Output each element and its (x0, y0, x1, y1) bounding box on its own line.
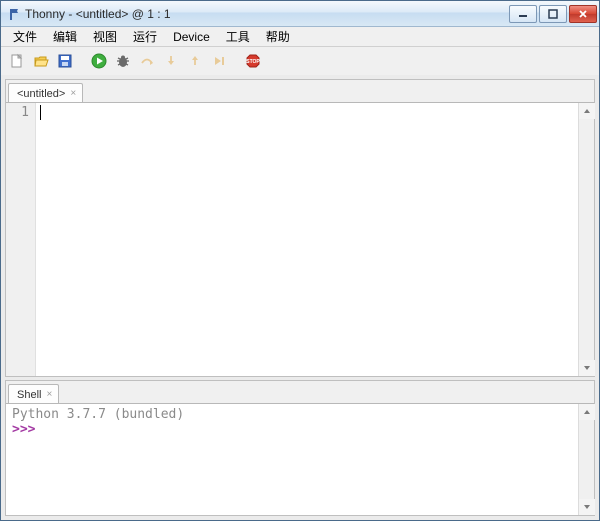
editor-body: 1 (6, 102, 594, 376)
stop-icon: STOP (245, 53, 261, 69)
app-window: Thonny - <untitled> @ 1 : 1 文件 编辑 视图 运行 … (0, 0, 600, 521)
debug-button[interactable] (113, 51, 133, 71)
editor-scrollbar[interactable] (578, 103, 594, 376)
text-caret (40, 105, 41, 120)
toolbar: STOP (1, 47, 599, 75)
menu-tools[interactable]: 工具 (218, 27, 258, 46)
panels: <untitled> × 1 Shell (1, 75, 599, 520)
titlebar[interactable]: Thonny - <untitled> @ 1 : 1 (1, 1, 599, 27)
new-file-button[interactable] (7, 51, 27, 71)
app-icon (7, 7, 21, 21)
shell-pane: Shell × Python 3.7.7 (bundled) >>> (5, 380, 595, 516)
new-file-icon (9, 53, 25, 69)
step-out-icon (187, 53, 203, 69)
menu-run[interactable]: 运行 (125, 27, 165, 46)
stop-button[interactable]: STOP (243, 51, 263, 71)
save-icon (57, 53, 73, 69)
close-button[interactable] (569, 5, 597, 23)
open-file-icon (33, 53, 49, 69)
line-gutter: 1 (6, 103, 36, 376)
open-file-button[interactable] (31, 51, 51, 71)
window-controls (509, 5, 597, 23)
step-over-icon (139, 53, 155, 69)
editor-pane: <untitled> × 1 (5, 79, 595, 377)
menu-file[interactable]: 文件 (5, 27, 45, 46)
shell-output[interactable]: Python 3.7.7 (bundled) >>> (6, 403, 594, 515)
step-out-button[interactable] (185, 51, 205, 71)
shell-banner: Python 3.7.7 (bundled) (12, 407, 588, 422)
menu-device[interactable]: Device (165, 29, 218, 45)
resume-icon (211, 53, 227, 69)
close-icon[interactable]: × (46, 390, 52, 400)
save-button[interactable] (55, 51, 75, 71)
resume-button[interactable] (209, 51, 229, 71)
shell-tab[interactable]: Shell × (8, 384, 59, 404)
scroll-up-icon[interactable] (579, 404, 595, 420)
close-icon[interactable]: × (70, 89, 76, 99)
editor-tabrow: <untitled> × (6, 80, 594, 102)
shell-prompt: >>> (12, 422, 35, 437)
step-over-button[interactable] (137, 51, 157, 71)
step-into-button[interactable] (161, 51, 181, 71)
menu-edit[interactable]: 编辑 (45, 27, 85, 46)
scroll-up-icon[interactable] (579, 103, 595, 119)
menu-help[interactable]: 帮助 (258, 27, 298, 46)
debug-icon (115, 53, 131, 69)
editor-tab[interactable]: <untitled> × (8, 83, 83, 103)
shell-scrollbar[interactable] (578, 404, 594, 515)
run-icon (91, 53, 107, 69)
menu-view[interactable]: 视图 (85, 27, 125, 46)
window-title: Thonny - <untitled> @ 1 : 1 (25, 7, 509, 21)
run-button[interactable] (89, 51, 109, 71)
maximize-button[interactable] (539, 5, 567, 23)
menubar: 文件 编辑 视图 运行 Device 工具 帮助 (1, 27, 599, 47)
svg-text:STOP: STOP (246, 59, 260, 65)
shell-tab-label: Shell (17, 389, 41, 401)
editor-tab-label: <untitled> (17, 88, 65, 100)
line-number: 1 (6, 105, 29, 120)
scroll-down-icon[interactable] (579, 499, 595, 515)
minimize-button[interactable] (509, 5, 537, 23)
scroll-down-icon[interactable] (579, 360, 595, 376)
shell-tabrow: Shell × (6, 381, 594, 403)
step-into-icon (163, 53, 179, 69)
code-editor[interactable] (36, 103, 594, 376)
